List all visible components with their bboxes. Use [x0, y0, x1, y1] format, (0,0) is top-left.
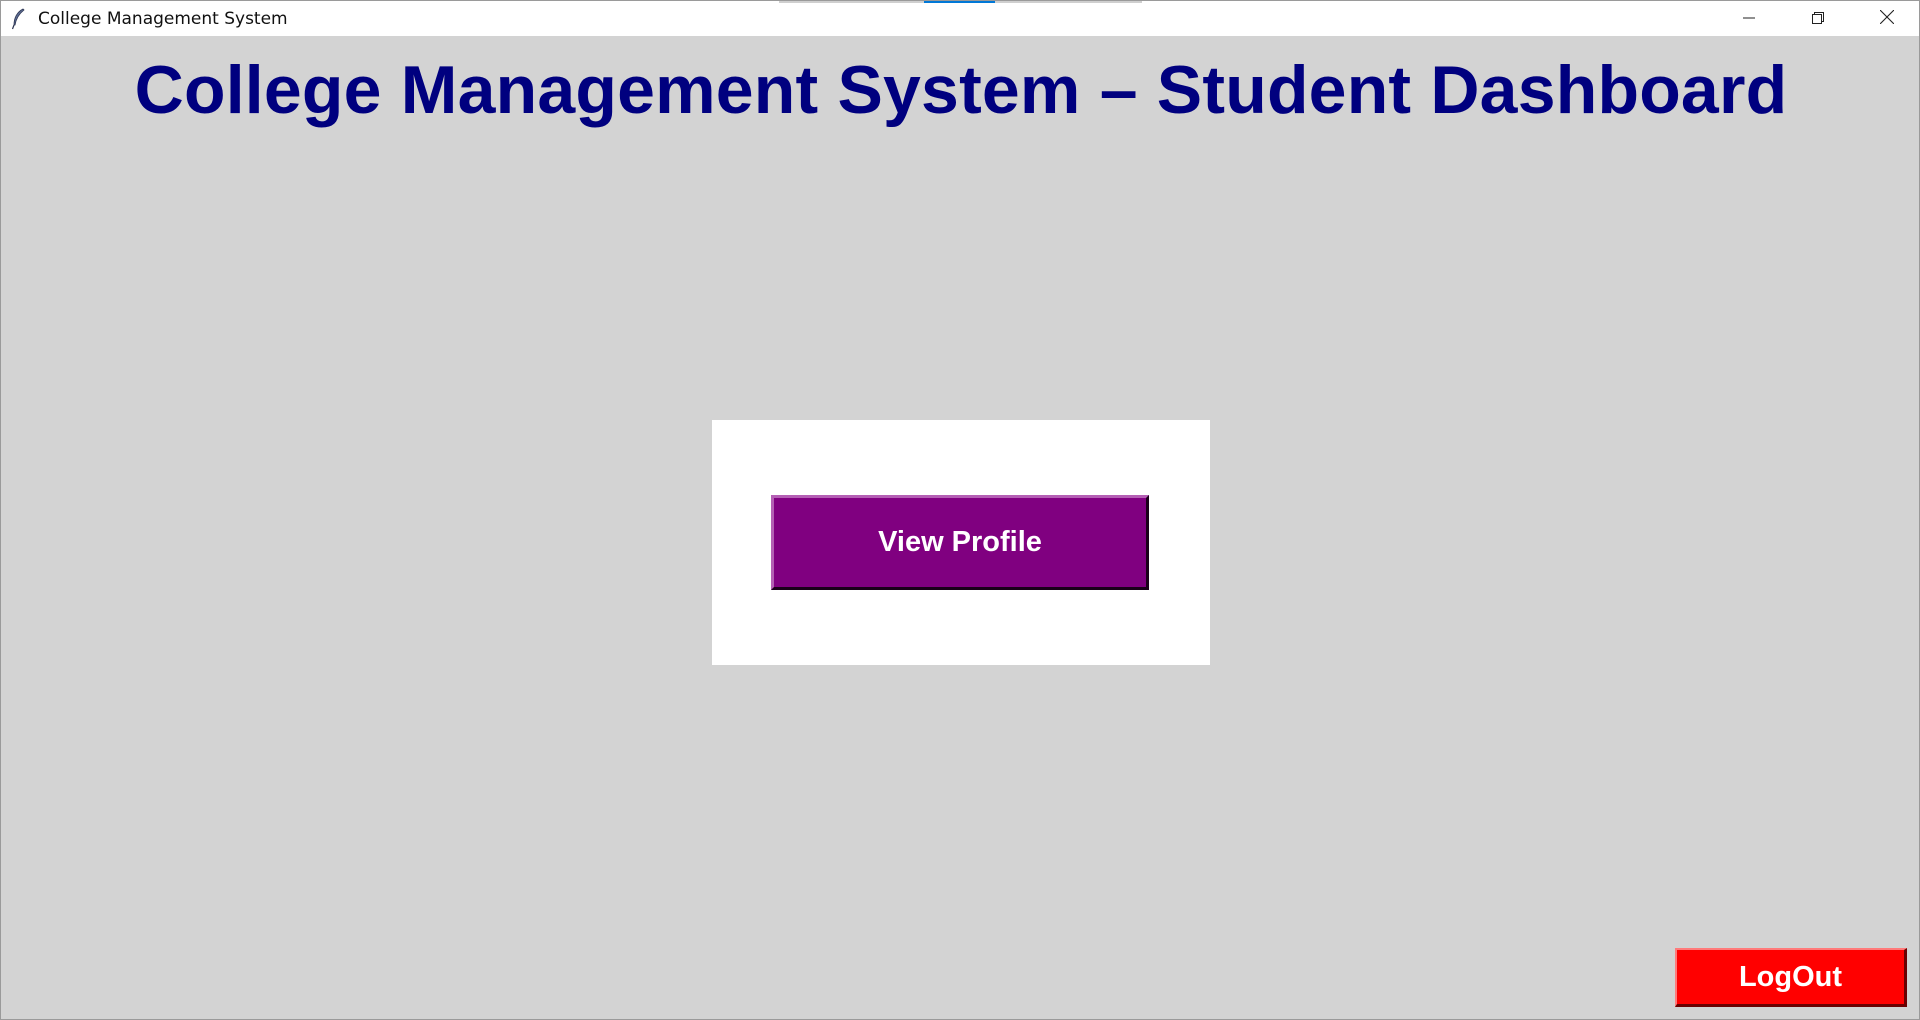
title-bar[interactable]: College Management System	[1, 1, 1919, 36]
close-icon	[1879, 9, 1894, 28]
restore-icon	[1811, 9, 1824, 28]
feather-icon	[9, 8, 29, 30]
app-window: College Management System College Manage…	[0, 0, 1920, 1020]
window-title: College Management System	[38, 8, 288, 29]
logout-button[interactable]: LogOut	[1675, 948, 1907, 1007]
restore-button[interactable]	[1783, 1, 1852, 36]
minimize-icon	[1742, 9, 1755, 28]
minimize-button[interactable]	[1714, 1, 1783, 36]
view-profile-button[interactable]: View Profile	[771, 495, 1149, 590]
window-controls	[1714, 1, 1919, 36]
close-button[interactable]	[1852, 1, 1919, 36]
taskbar-peek-active	[924, 1, 995, 3]
page-title: College Management System – Student Dash…	[134, 52, 1788, 128]
taskbar-peek-strip	[779, 1, 1142, 3]
actions-panel: View Profile	[712, 420, 1210, 665]
